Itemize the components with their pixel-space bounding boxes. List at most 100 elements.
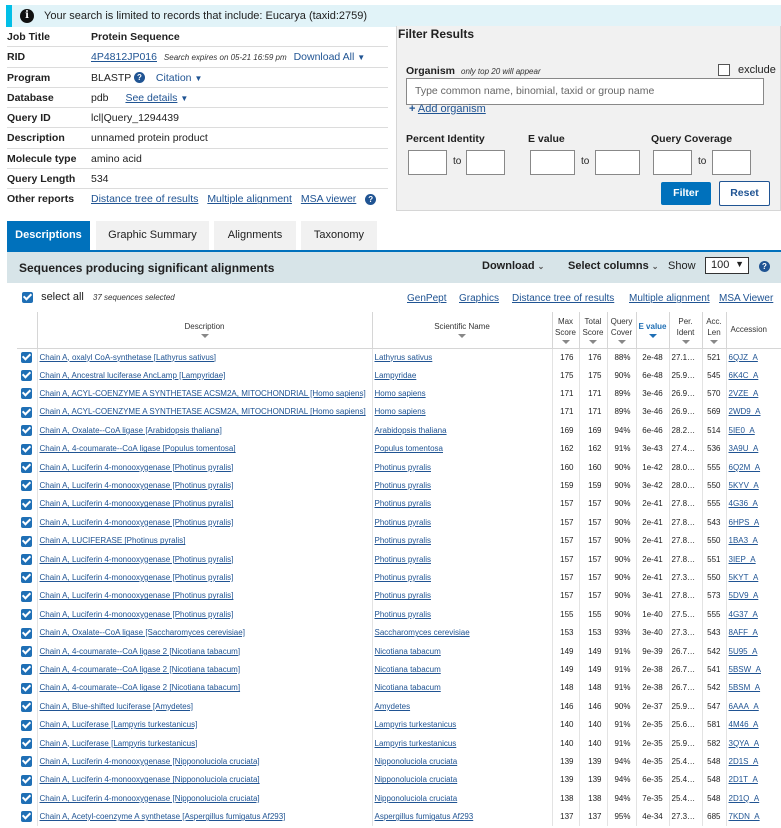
scientific-name-link[interactable]: Photinus pyralis (375, 463, 431, 472)
scientific-name-link[interactable]: Nipponoluciola cruciata (375, 757, 458, 766)
accession-link[interactable]: 6AAA_A (729, 702, 759, 711)
help-icon[interactable]: ? (365, 194, 377, 206)
accession-link[interactable]: 1BA3_A (729, 536, 758, 545)
row-checkbox[interactable] (21, 645, 33, 657)
multiple-alignment-results-link[interactable]: Multiple alignment (629, 293, 710, 304)
row-checkbox[interactable] (21, 682, 33, 694)
row-checkbox[interactable] (21, 480, 33, 492)
see-details-link[interactable]: See details ▼ (125, 92, 188, 104)
scientific-name-link[interactable]: Lathyrus sativus (375, 353, 433, 362)
scientific-name-link[interactable]: Photinus pyralis (375, 481, 431, 490)
row-checkbox[interactable] (21, 370, 33, 382)
description-link[interactable]: Chain A, 4-coumarate--CoA ligase 2 [Nico… (40, 665, 241, 674)
accession-link[interactable]: 6HPS_A (729, 518, 760, 527)
description-link[interactable]: Chain A, Blue-shifted luciferase [Amydet… (40, 702, 193, 711)
row-checkbox[interactable] (21, 609, 33, 621)
accession-link[interactable]: 5BSW_A (729, 665, 761, 674)
accession-link[interactable]: 2D1S_A (729, 757, 759, 766)
accession-link[interactable]: 5DV9_A (729, 591, 759, 600)
description-link[interactable]: Chain A, Luciferin 4-monooxygenase [Phot… (40, 610, 234, 619)
accession-link[interactable]: 2VZE_A (729, 389, 759, 398)
scientific-name-link[interactable]: Nipponoluciola cruciata (375, 775, 458, 784)
accession-link[interactable]: 5KYV_A (729, 481, 759, 490)
accession-link[interactable]: 4G37_A (729, 610, 758, 619)
download-menu[interactable]: Download ⌄ (482, 260, 544, 272)
row-checkbox[interactable] (21, 737, 33, 749)
row-checkbox[interactable] (21, 351, 33, 363)
msa-viewer-link[interactable]: MSA viewer (301, 193, 356, 205)
description-link[interactable]: Chain A, Luciferin 4-monooxygenase [Nipp… (40, 794, 260, 803)
multiple-alignment-link[interactable]: Multiple alignment (207, 193, 292, 205)
scientific-name-link[interactable]: Photinus pyralis (375, 536, 431, 545)
accession-link[interactable]: 3QYA_A (729, 739, 760, 748)
msa-viewer-results-link[interactable]: MSA Viewer (719, 293, 773, 304)
e-value-to[interactable] (595, 150, 640, 175)
row-checkbox[interactable] (21, 701, 33, 713)
accession-link[interactable]: 6K4C_A (729, 371, 759, 380)
citation-link[interactable]: Citation ▼ (156, 72, 202, 84)
reset-button[interactable]: Reset (719, 181, 770, 206)
accession-link[interactable]: 2D1T_A (729, 775, 758, 784)
scientific-name-link[interactable]: Photinus pyralis (375, 555, 431, 564)
row-checkbox[interactable] (21, 774, 33, 786)
accession-link[interactable]: 5BSM_A (729, 683, 761, 692)
row-checkbox[interactable] (21, 756, 33, 768)
row-checkbox[interactable] (21, 406, 33, 418)
description-link[interactable]: Chain A, Ancestral luciferase AncLamp [L… (40, 371, 226, 380)
header-description[interactable]: Description (37, 312, 373, 349)
select-all-checkbox[interactable] (22, 291, 33, 303)
add-organism-link[interactable]: + Add organism (409, 103, 486, 115)
scientific-name-link[interactable]: Photinus pyralis (375, 518, 431, 527)
row-checkbox[interactable] (21, 462, 33, 474)
row-checkbox[interactable] (21, 388, 33, 400)
description-link[interactable]: Chain A, Acetyl-coenzyme A synthetase [A… (40, 812, 286, 821)
scientific-name-link[interactable]: Homo sapiens (375, 389, 426, 398)
download-all-link[interactable]: Download All ▼ (294, 51, 366, 63)
row-checkbox[interactable] (21, 517, 33, 529)
genpept-link[interactable]: GenPept (407, 293, 446, 304)
graphics-link[interactable]: Graphics (459, 293, 499, 304)
accession-link[interactable]: 4G36_A (729, 499, 758, 508)
filter-button[interactable]: Filter (661, 182, 711, 205)
header-query-cover[interactable]: Query Cover (607, 312, 637, 349)
help-icon[interactable]: ? (759, 261, 770, 272)
accession-link[interactable]: 6Q2M_A (729, 463, 761, 472)
rid-link[interactable]: 4P4812JP016 (91, 51, 157, 63)
row-checkbox[interactable] (21, 572, 33, 584)
description-link[interactable]: Chain A, LUCIFERASE [Photinus pyralis] (40, 536, 186, 545)
scientific-name-link[interactable]: Photinus pyralis (375, 591, 431, 600)
description-link[interactable]: Chain A, 4-coumarate--CoA ligase [Populu… (40, 444, 236, 453)
scientific-name-link[interactable]: Lampyris turkestanicus (375, 720, 457, 729)
scientific-name-link[interactable]: Aspergillus fumigatus Af293 (375, 812, 474, 821)
row-checkbox[interactable] (21, 664, 33, 676)
row-checkbox[interactable] (21, 425, 33, 437)
header-scientific-name[interactable]: Scientific Name (372, 312, 553, 349)
accession-link[interactable]: 5U95_A (729, 647, 758, 656)
query-coverage-from[interactable] (653, 150, 692, 175)
description-link[interactable]: Chain A, Luciferin 4-monooxygenase [Phot… (40, 518, 234, 527)
scientific-name-link[interactable]: Photinus pyralis (375, 610, 431, 619)
header-accession[interactable]: Accession (726, 312, 781, 349)
distance-tree-results-link[interactable]: Distance tree of results (512, 293, 614, 304)
scientific-name-link[interactable]: Nicotiana tabacum (375, 683, 441, 692)
scientific-name-link[interactable]: Amydetes (375, 702, 411, 711)
tab-graphic-summary[interactable]: Graphic Summary (96, 221, 209, 250)
help-icon[interactable]: ? (134, 72, 145, 84)
scientific-name-link[interactable]: Lampyris turkestanicus (375, 739, 457, 748)
header-e-value[interactable]: E value (636, 312, 670, 349)
accession-link[interactable]: 5IE0_A (729, 426, 755, 435)
accession-link[interactable]: 2WD9_A (729, 407, 761, 416)
scientific-name-link[interactable]: Photinus pyralis (375, 573, 431, 582)
accession-link[interactable]: 3A9U_A (729, 444, 759, 453)
scientific-name-link[interactable]: Nicotiana tabacum (375, 647, 441, 656)
percent-identity-from[interactable] (408, 150, 447, 175)
query-coverage-to[interactable] (712, 150, 751, 175)
percent-identity-to[interactable] (466, 150, 505, 175)
e-value-from[interactable] (530, 150, 575, 175)
organism-input[interactable]: Type common name, binomial, taxid or gro… (406, 78, 764, 105)
description-link[interactable]: Chain A, ACYL-COENZYME A SYNTHETASE ACSM… (40, 389, 366, 398)
row-checkbox[interactable] (21, 590, 33, 602)
row-checkbox[interactable] (21, 719, 33, 731)
scientific-name-link[interactable]: Lampyridae (375, 371, 417, 380)
scientific-name-link[interactable]: Photinus pyralis (375, 499, 431, 508)
